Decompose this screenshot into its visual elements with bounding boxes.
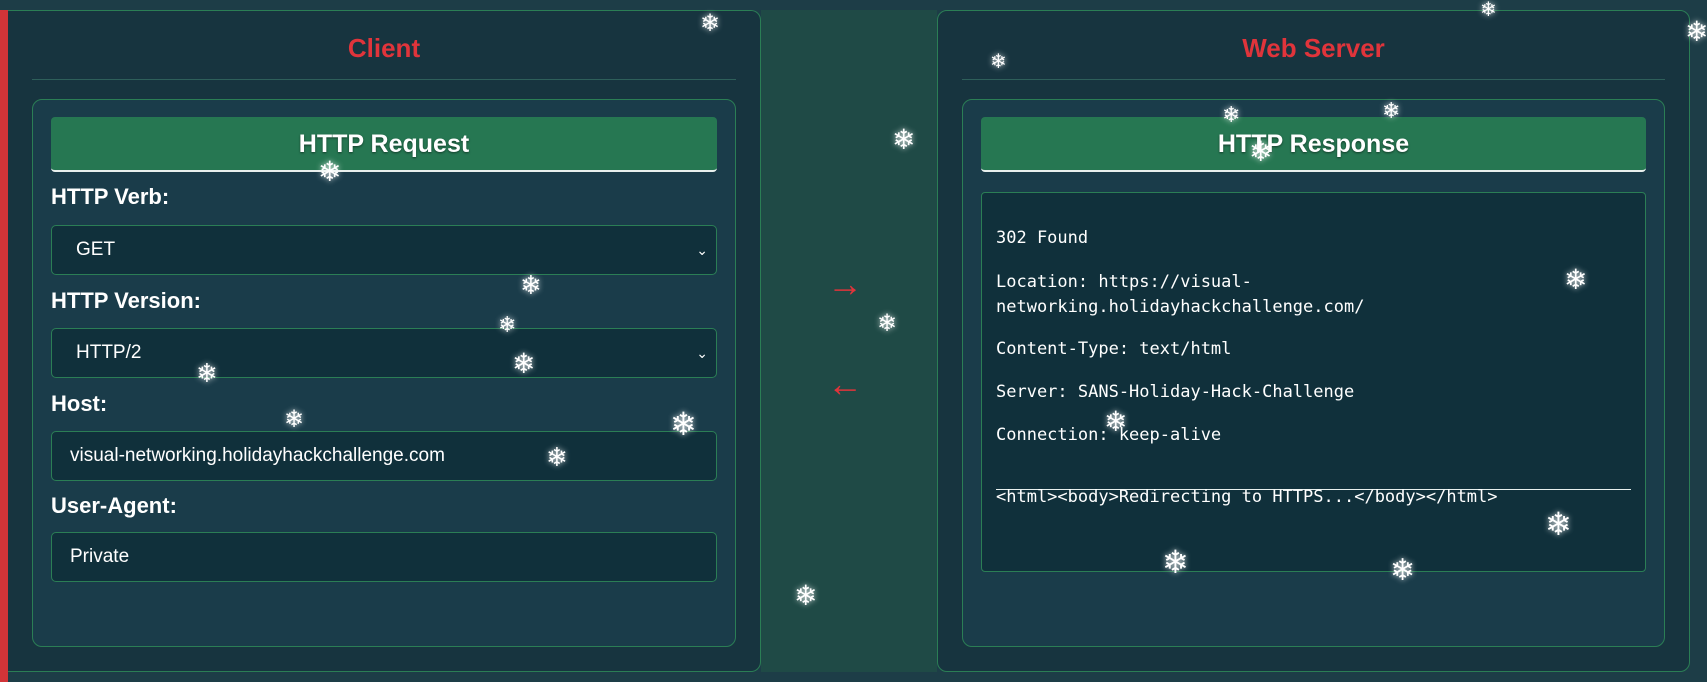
visual-networking-stage: Client HTTP Request HTTP Verb: GET ⌄ HTT…	[0, 0, 1707, 682]
server-panel: Web Server HTTP Response 302 Found Locat…	[937, 10, 1690, 672]
server-title: Web Server	[1242, 33, 1385, 63]
http-response-card: HTTP Response 302 Found Location: https:…	[962, 99, 1665, 647]
left-accent-bar	[0, 10, 8, 682]
http-verb-select[interactable]: GET ⌄	[51, 225, 717, 275]
client-panel: Client HTTP Request HTTP Verb: GET ⌄ HTT…	[8, 10, 761, 672]
user-agent-input[interactable]: Private	[51, 532, 717, 582]
user-agent-label: User-Agent:	[51, 493, 177, 518]
chevron-down-icon: ⌄	[696, 242, 708, 258]
http-verb-value: GET	[76, 239, 116, 260]
chevron-down-icon: ⌄	[696, 345, 708, 361]
http-response-header: HTTP Response	[981, 117, 1646, 172]
response-connection: Connection: keep-alive	[996, 425, 1222, 445]
host-label: Host:	[51, 391, 108, 416]
arrow-right-icon: →	[827, 263, 863, 304]
response-location-2: networking.holidayhackchallenge.com/	[996, 297, 1365, 317]
response-content-type: Content-Type: text/html	[996, 339, 1232, 359]
http-request-header: HTTP Request	[51, 117, 717, 172]
http-version-value: HTTP/2	[76, 342, 142, 363]
response-status: 302 Found	[996, 228, 1089, 248]
response-location-1: Location: https://visual-	[996, 272, 1252, 292]
response-html-body: <html><body>Redirecting to HTTPS...</bod…	[996, 487, 1498, 507]
response-server: Server: SANS-Holiday-Hack-Challenge	[996, 382, 1355, 402]
client-divider	[32, 79, 736, 80]
http-response-body: 302 Found Location: https://visual- netw…	[981, 192, 1646, 572]
http-request-card: HTTP Request HTTP Verb: GET ⌄ HTTP Versi…	[32, 99, 736, 647]
host-input[interactable]: visual-networking.holidayhackchallenge.c…	[51, 431, 717, 481]
connection-gap: → ←	[761, 10, 937, 672]
http-version-select[interactable]: HTTP/2 ⌄	[51, 328, 717, 378]
server-divider	[962, 79, 1665, 80]
client-title: Client	[347, 33, 421, 63]
http-version-label: HTTP Version:	[51, 288, 201, 313]
http-verb-label: HTTP Verb:	[51, 184, 170, 209]
arrow-left-icon: ←	[827, 363, 863, 404]
